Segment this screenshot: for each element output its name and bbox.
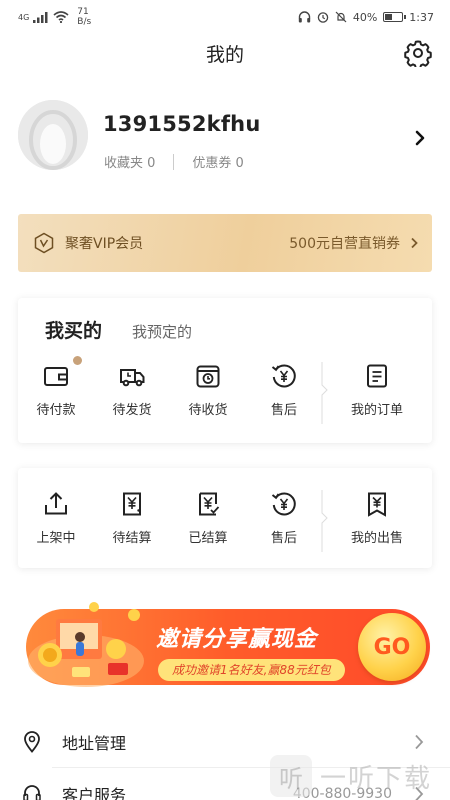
vip-label: 聚奢VIP会员 <box>65 236 144 252</box>
row-divider <box>321 362 328 424</box>
upload-icon <box>45 492 67 515</box>
pending-settlement-icon <box>123 492 141 516</box>
status-left: 4G 71 B/s <box>18 7 91 27</box>
yuan-return-icon <box>271 492 296 516</box>
pending-settlement-button[interactable]: 待结算 <box>94 490 170 546</box>
headphones-icon <box>298 11 311 23</box>
signal-icon <box>33 12 48 23</box>
customer-service-label: 客户服务 <box>62 786 127 800</box>
truck-icon <box>120 369 145 387</box>
chevron-right-icon[interactable] <box>414 130 426 146</box>
pending-payment-label: 待付款 <box>36 403 76 418</box>
order-list-icon <box>367 364 387 388</box>
settled-label: 已结算 <box>188 531 228 546</box>
battery-percent: 40% <box>352 10 378 24</box>
battery-fill <box>385 14 392 20</box>
pending-settlement-label: 待结算 <box>112 531 152 546</box>
vip-badge-icon <box>34 232 54 254</box>
my-sales-button[interactable]: 我的出售 <box>322 490 432 546</box>
listed-button[interactable]: 上架中 <box>18 490 94 546</box>
after-sales-label: 售后 <box>270 403 297 418</box>
sales-after-sales-button[interactable]: 售后 <box>246 490 322 546</box>
network-label: 4G <box>18 12 30 22</box>
banner-subtitle: 成功邀请1名好友,赢88元红包 <box>158 659 345 681</box>
package-clock-icon <box>196 365 220 388</box>
vip-membership-banner[interactable]: 聚奢VIP会员 500元自营直销券 <box>18 214 432 272</box>
avatar[interactable] <box>18 100 88 170</box>
sales-icon-row: 上架中 待结算 已结算 售后 我的出售 <box>18 490 432 552</box>
location-pin-icon <box>24 731 40 753</box>
banner-go-button[interactable]: GO <box>358 613 426 681</box>
net-speed: 71 B/s <box>77 7 91 27</box>
headset-icon <box>23 785 41 800</box>
pending-shipment-button[interactable]: 待发货 <box>94 362 170 418</box>
address-management-label: 地址管理 <box>62 734 127 753</box>
my-orders-label: 我的订单 <box>350 403 403 418</box>
my-sales-label: 我的出售 <box>350 531 403 546</box>
invite-promo-banner[interactable]: 邀请分享赢现金 成功邀请1名好友,赢88元红包 GO <box>16 597 434 697</box>
watermark-text: 一听下载 <box>320 763 433 794</box>
pending-payment-button[interactable]: 待付款 <box>18 356 94 418</box>
row-divider <box>321 490 328 552</box>
page-header: 我的 <box>0 34 450 72</box>
vip-promo-link[interactable]: 500元自营直销券 <box>289 233 418 253</box>
listed-label: 上架中 <box>36 531 76 546</box>
net-speed-value: 71 <box>77 7 89 17</box>
net-speed-unit: B/s <box>77 17 92 27</box>
alarm-icon <box>317 12 329 23</box>
yuan-return-icon <box>271 364 296 388</box>
watermark-logo: 听 <box>270 755 312 797</box>
my-orders-button[interactable]: 我的订单 <box>322 362 432 418</box>
tab-my-purchases[interactable]: 我买的 <box>45 316 102 343</box>
mute-bell-icon <box>335 11 347 23</box>
wifi-icon <box>53 11 69 23</box>
sales-card: 上架中 待结算 已结算 售后 我的出售 <box>18 468 432 568</box>
after-sales-button[interactable]: 售后 <box>246 362 322 418</box>
battery-icon <box>383 12 407 22</box>
notification-dot <box>73 356 82 365</box>
tab-my-reservations[interactable]: 我预定的 <box>132 321 192 342</box>
clock: 1:37 <box>409 10 434 24</box>
my-sales-icon <box>368 492 386 517</box>
stats-divider <box>173 153 175 170</box>
purchases-card: 我买的 我预定的 待付款 待发货 待收货 售后 我的订单 <box>18 298 432 443</box>
profile-stats: 收藏夹 0 优惠券 0 <box>104 152 244 171</box>
sales-after-sales-label: 售后 <box>270 531 297 546</box>
settled-button[interactable]: 已结算 <box>170 490 246 546</box>
favorites-link[interactable]: 收藏夹 0 <box>104 152 155 171</box>
wallet-icon <box>44 367 68 386</box>
profile-section[interactable]: 1391552kfhu 收藏夹 0 优惠券 0 <box>18 100 432 174</box>
vip-promo-text: 500元自营直销券 <box>289 236 400 252</box>
chevron-right-icon <box>415 734 424 750</box>
banner-illustration <box>28 602 144 687</box>
page-title: 我的 <box>205 43 244 66</box>
coupons-link[interactable]: 优惠券 0 <box>192 152 243 171</box>
watermark: 听 一听下载 <box>270 754 446 798</box>
purchase-tabs: 我买的 我预定的 <box>45 316 192 343</box>
default-avatar-icon <box>18 100 88 170</box>
pending-receipt-button[interactable]: 待收货 <box>170 362 246 418</box>
purchase-icon-row: 待付款 待发货 待收货 售后 我的订单 <box>18 356 432 424</box>
banner-title: 邀请分享赢现金 <box>156 627 318 652</box>
pending-receipt-label: 待收货 <box>188 403 228 418</box>
chevron-right-icon <box>411 237 418 249</box>
status-bar: 4G 71 B/s 40% 1:37 <box>0 0 450 34</box>
settings-gear-icon[interactable] <box>404 39 432 67</box>
pending-shipment-label: 待发货 <box>112 403 152 418</box>
username: 1391552kfhu <box>103 112 261 136</box>
status-right: 40% 1:37 <box>298 11 434 24</box>
settled-icon <box>199 492 220 516</box>
